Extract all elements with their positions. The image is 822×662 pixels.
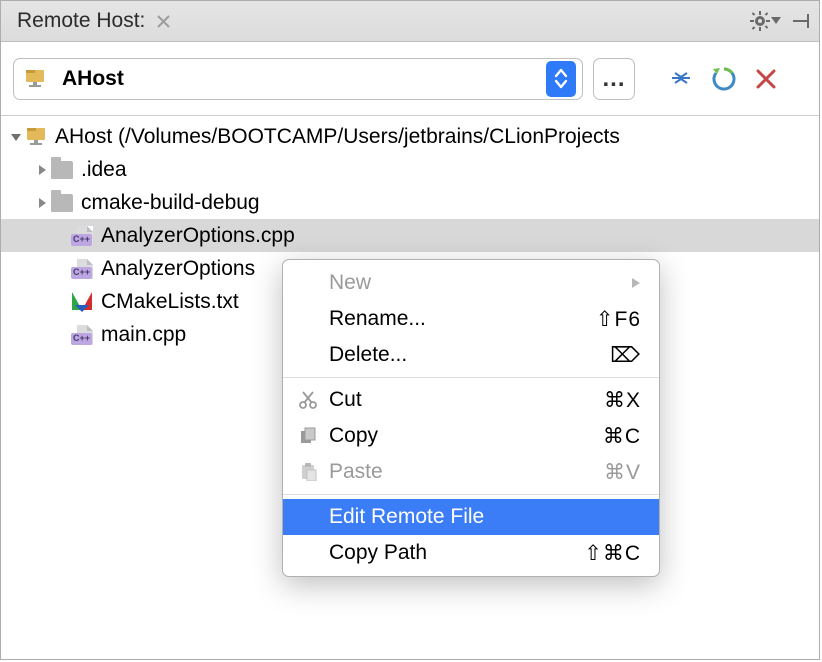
separator (283, 494, 659, 495)
context-menu-item-new[interactable]: New (283, 265, 659, 301)
context-menu-shortcut: ⌦ (551, 343, 641, 368)
cpp-file-icon: C++ (71, 258, 93, 280)
delete-icon[interactable] (755, 68, 777, 90)
tree-node-label: AnalyzerOptions (101, 257, 255, 281)
remote-host-toolbar: AHost ... (1, 42, 819, 116)
context-menu-shortcut: ⌘C (551, 424, 641, 449)
cut-icon (297, 391, 319, 409)
tree-folder[interactable]: cmake-build-debug (1, 186, 819, 219)
submenu-arrow-icon (551, 271, 641, 295)
tree-root-path: (/Volumes/BOOTCAMP/Users/jetbrains/CLion… (118, 125, 620, 149)
context-menu-label: Copy (329, 424, 541, 448)
context-menu-label: Cut (329, 388, 541, 412)
tree-node-label: main.cpp (101, 323, 186, 347)
context-menu-label: Paste (329, 460, 541, 484)
panel-title: Remote Host: (7, 9, 145, 33)
tree-root-label: AHost (55, 125, 112, 149)
remote-host-panel: Remote Host: AHost ... (0, 0, 820, 660)
context-menu-shortcut: ⇧F6 (551, 307, 641, 332)
chevron-right-icon[interactable] (33, 164, 51, 176)
context-menu-item-copy[interactable]: Copy ⌘C (283, 418, 659, 454)
stepper-icon[interactable] (546, 61, 576, 97)
folder-icon (51, 159, 73, 181)
context-menu-shortcut: ⌘V (551, 460, 641, 485)
host-icon (24, 68, 46, 90)
chevron-down-icon[interactable] (7, 131, 25, 143)
host-icon (25, 126, 47, 148)
context-menu-label: New (329, 271, 541, 295)
context-menu-shortcut: ⇧⌘C (551, 541, 641, 566)
context-menu-label: Edit Remote File (329, 505, 541, 529)
gear-icon[interactable] (749, 10, 781, 32)
tree-folder[interactable]: .idea (1, 153, 819, 186)
cmake-file-icon (71, 291, 93, 313)
paste-icon (297, 463, 319, 481)
refresh-icon[interactable] (711, 66, 737, 92)
context-menu-item-paste[interactable]: Paste ⌘V (283, 454, 659, 490)
panel-title-bar: Remote Host: (1, 1, 819, 42)
context-menu-item-edit-remote-file[interactable]: Edit Remote File (283, 499, 659, 535)
folder-icon (51, 192, 73, 214)
close-tab-icon[interactable] (157, 15, 170, 28)
toolbar-actions (669, 66, 777, 92)
context-menu: New Rename... ⇧F6 Delete... ⌦ Cut ⌘X (282, 259, 660, 577)
copy-icon (297, 427, 319, 445)
cpp-file-icon: C++ (71, 324, 93, 346)
tree-node-label: .idea (81, 158, 127, 182)
host-selector[interactable]: AHost (13, 58, 583, 100)
context-menu-item-cut[interactable]: Cut ⌘X (283, 382, 659, 418)
context-menu-item-delete[interactable]: Delete... ⌦ (283, 337, 659, 373)
context-menu-item-rename[interactable]: Rename... ⇧F6 (283, 301, 659, 337)
context-menu-label: Copy Path (329, 541, 541, 565)
host-selector-label: AHost (62, 67, 538, 91)
chevron-right-icon[interactable] (33, 197, 51, 209)
cpp-file-icon: C++ (71, 225, 93, 247)
context-menu-label: Delete... (329, 343, 541, 367)
context-menu-label: Rename... (329, 307, 541, 331)
collapse-all-icon[interactable] (669, 67, 693, 91)
tree-root[interactable]: AHost (/Volumes/BOOTCAMP/Users/jetbrains… (1, 120, 819, 153)
separator (283, 377, 659, 378)
context-menu-item-copy-path[interactable]: Copy Path ⇧⌘C (283, 535, 659, 571)
hide-panel-icon[interactable] (791, 12, 813, 30)
tree-node-label: CMakeLists.txt (101, 290, 239, 314)
browse-button[interactable]: ... (593, 58, 635, 100)
context-menu-shortcut: ⌘X (551, 388, 641, 413)
tree-node-label: AnalyzerOptions.cpp (101, 224, 295, 248)
tree-node-label: cmake-build-debug (81, 191, 260, 215)
tree-file[interactable]: C++ AnalyzerOptions.cpp (1, 219, 819, 252)
browse-button-label: ... (602, 65, 625, 93)
